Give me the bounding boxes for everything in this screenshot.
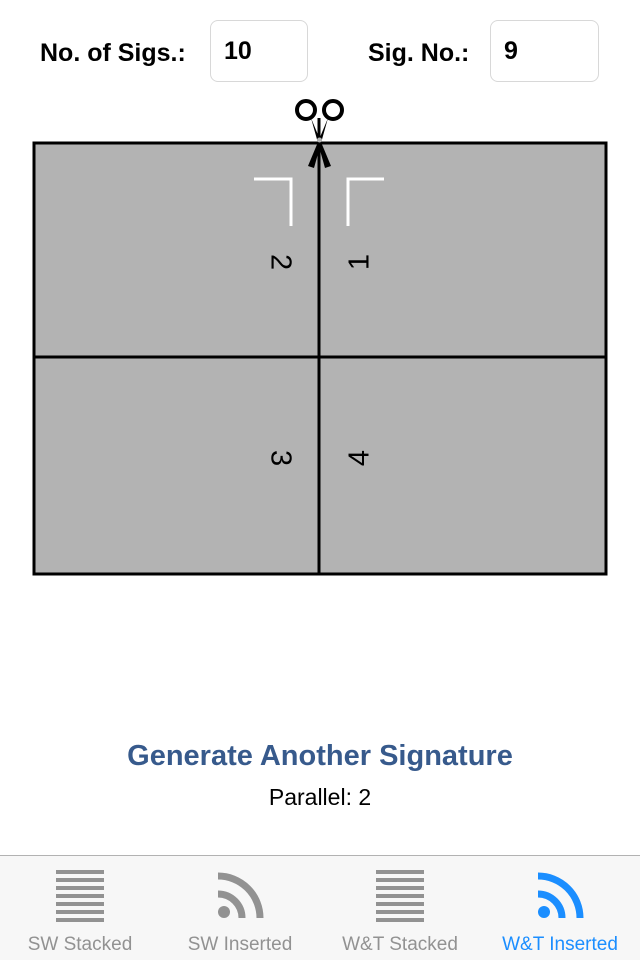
inserted-arcs-icon [537,872,584,919]
tab-label: W&T Inserted [502,934,618,955]
tab-label: SW Inserted [187,934,293,955]
stacked-lines-icon [56,870,104,922]
tab-wt-inserted[interactable]: W&T Inserted [480,856,640,960]
page-number-4: 4 [344,450,376,466]
num-sigs-label: No. of Sigs.: [40,39,186,67]
inserted-arcs-icon [217,872,264,919]
page-number-3: 3 [264,450,296,466]
tab-wt-stacked[interactable]: W&T Stacked [320,856,480,960]
imposition-diagram: 2 1 3 4 [32,99,608,576]
parallel-count: Parallel: 2 [268,784,372,810]
page-number-2: 2 [264,254,296,270]
tab-label: SW Stacked [27,934,133,955]
stacked-lines-icon [376,870,424,922]
sig-no-label: Sig. No.: [368,39,470,67]
tab-label: W&T Stacked [342,934,458,955]
sig-no-input[interactable] [490,20,599,82]
tab-sw-stacked[interactable]: SW Stacked [0,856,160,960]
generate-signature-button[interactable]: Generate Another Signature [0,740,640,773]
tab-bar: SW Stacked SW Inserted W&T Stacked W&T I… [0,855,640,960]
page-number-1: 1 [344,254,376,270]
num-sigs-input[interactable] [210,20,308,82]
tab-sw-inserted[interactable]: SW Inserted [160,856,320,960]
